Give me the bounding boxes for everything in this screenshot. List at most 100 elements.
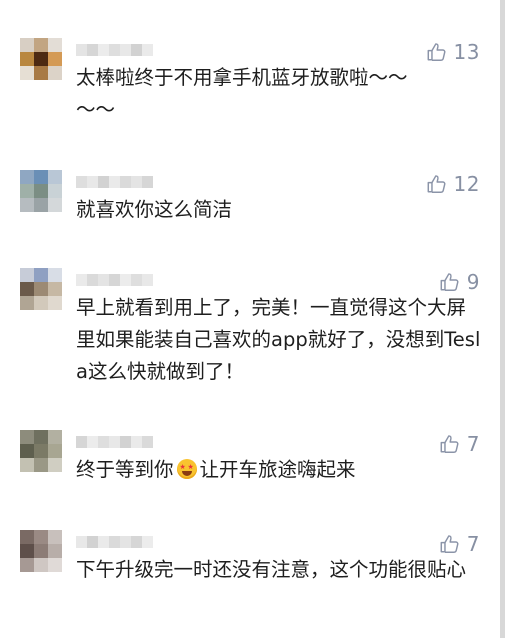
avatar-pixel — [48, 530, 62, 544]
username-blur-pixel — [98, 274, 109, 286]
username-blur-pixel — [109, 176, 120, 188]
comment-text: 就喜欢你这么简洁 — [76, 198, 233, 221]
username-blur-pixel — [120, 274, 131, 286]
avatar-pixel — [34, 282, 48, 296]
avatar-pixel — [34, 430, 48, 444]
avatar-pixel — [48, 458, 62, 472]
avatar-pixel — [34, 38, 48, 52]
username-blur-pixel — [76, 436, 87, 448]
like-button[interactable]: 12 — [426, 172, 480, 196]
comment-item: 7 下午升级完一时还没有注意，这个功能很贴心 — [0, 530, 500, 630]
avatar-pixel — [34, 184, 48, 198]
avatar-pixel — [48, 430, 62, 444]
avatar-pixel — [20, 530, 34, 544]
comment-text: 终于等到你 ★ ★ 让开车旅途嗨起来 — [76, 454, 484, 486]
avatar-pixel — [34, 66, 48, 80]
username-blur-pixel — [76, 536, 87, 548]
username-blur-pixel — [142, 176, 153, 188]
username-blur-pixel — [109, 274, 120, 286]
username-blur-pixel — [120, 44, 131, 56]
avatar-pixel — [20, 430, 34, 444]
avatar[interactable] — [20, 430, 62, 472]
avatar-pixel — [48, 38, 62, 52]
username-blurred[interactable] — [76, 176, 153, 188]
comment-text: 早上就看到用上了，完美！一直觉得这个大屏里如果能装自己喜欢的app就好了，没想到… — [76, 296, 481, 383]
avatar-pixel — [34, 444, 48, 458]
username-blur-pixel — [109, 536, 120, 548]
username-blur-pixel — [131, 536, 142, 548]
comment-text: 太棒啦终于不用拿手机蓝牙放歌啦～～ ～～ — [76, 66, 408, 121]
like-button[interactable]: 13 — [426, 40, 480, 64]
username-blur-pixel — [120, 436, 131, 448]
avatar-pixel — [20, 282, 34, 296]
username-blur-pixel — [98, 44, 109, 56]
like-button[interactable]: 7 — [439, 432, 480, 456]
comment-item: 9 早上就看到用上了，完美！一直觉得这个大屏里如果能装自己喜欢的app就好了，没… — [0, 268, 500, 388]
username-blur-pixel — [120, 536, 131, 548]
avatar-pixel — [20, 184, 34, 198]
avatar-pixel — [48, 444, 62, 458]
avatar-pixel — [48, 184, 62, 198]
username-blur-pixel — [87, 436, 98, 448]
thumbs-up-icon — [426, 173, 448, 195]
username-blur-pixel — [109, 436, 120, 448]
avatar-pixel — [34, 268, 48, 282]
username-blur-pixel — [87, 176, 98, 188]
avatar[interactable] — [20, 38, 62, 80]
username-blur-pixel — [87, 44, 98, 56]
thumbs-up-icon — [439, 271, 461, 293]
avatar[interactable] — [20, 170, 62, 212]
like-button[interactable]: 7 — [439, 532, 480, 556]
avatar-pixel — [34, 530, 48, 544]
avatar-pixel — [20, 444, 34, 458]
thumbs-up-icon — [439, 533, 461, 555]
avatar-pixel — [20, 458, 34, 472]
comment-item: 12 就喜欢你这么简洁 — [0, 170, 500, 230]
avatar-pixel — [34, 558, 48, 572]
avatar[interactable] — [20, 530, 62, 572]
avatar-pixel — [34, 458, 48, 472]
thumbs-up-icon — [439, 433, 461, 455]
avatar-pixel — [48, 268, 62, 282]
username-blur-pixel — [131, 44, 142, 56]
avatar-pixel — [20, 198, 34, 212]
username-blurred[interactable] — [76, 436, 153, 448]
comment-item: 13 太棒啦终于不用拿手机蓝牙放歌啦～～ ～～ — [0, 38, 500, 128]
username-blurred[interactable] — [76, 44, 153, 56]
avatar-pixel — [20, 66, 34, 80]
avatar-pixel — [20, 268, 34, 282]
username-blur-pixel — [131, 274, 142, 286]
avatar-pixel — [20, 170, 34, 184]
comment-text-before: 终于等到你 — [76, 458, 174, 481]
avatar-pixel — [20, 296, 34, 310]
avatar-pixel — [20, 544, 34, 558]
username-blur-pixel — [98, 176, 109, 188]
like-button[interactable]: 9 — [439, 270, 480, 294]
avatar-pixel — [20, 558, 34, 572]
avatar[interactable] — [20, 268, 62, 310]
page-edge — [500, 0, 505, 638]
avatar-pixel — [34, 198, 48, 212]
username-blurred[interactable] — [76, 536, 153, 548]
username-blur-pixel — [142, 536, 153, 548]
username-blurred[interactable] — [76, 274, 153, 286]
username-blur-pixel — [87, 536, 98, 548]
avatar-pixel — [34, 52, 48, 66]
username-blur-pixel — [76, 274, 87, 286]
avatar-pixel — [48, 66, 62, 80]
like-count: 12 — [453, 172, 480, 196]
star-struck-emoji: ★ ★ — [176, 459, 197, 479]
username-blur-pixel — [120, 176, 131, 188]
avatar-pixel — [48, 282, 62, 296]
avatar-pixel — [48, 544, 62, 558]
avatar-pixel — [34, 296, 48, 310]
avatar-pixel — [48, 296, 62, 310]
avatar-pixel — [48, 52, 62, 66]
username-blur-pixel — [98, 536, 109, 548]
comment-text: 下午升级完一时还没有注意，这个功能很贴心 — [76, 558, 467, 581]
avatar-pixel — [20, 52, 34, 66]
avatar-pixel — [48, 170, 62, 184]
avatar-pixel — [34, 170, 48, 184]
username-blur-pixel — [98, 436, 109, 448]
username-blur-pixel — [142, 436, 153, 448]
